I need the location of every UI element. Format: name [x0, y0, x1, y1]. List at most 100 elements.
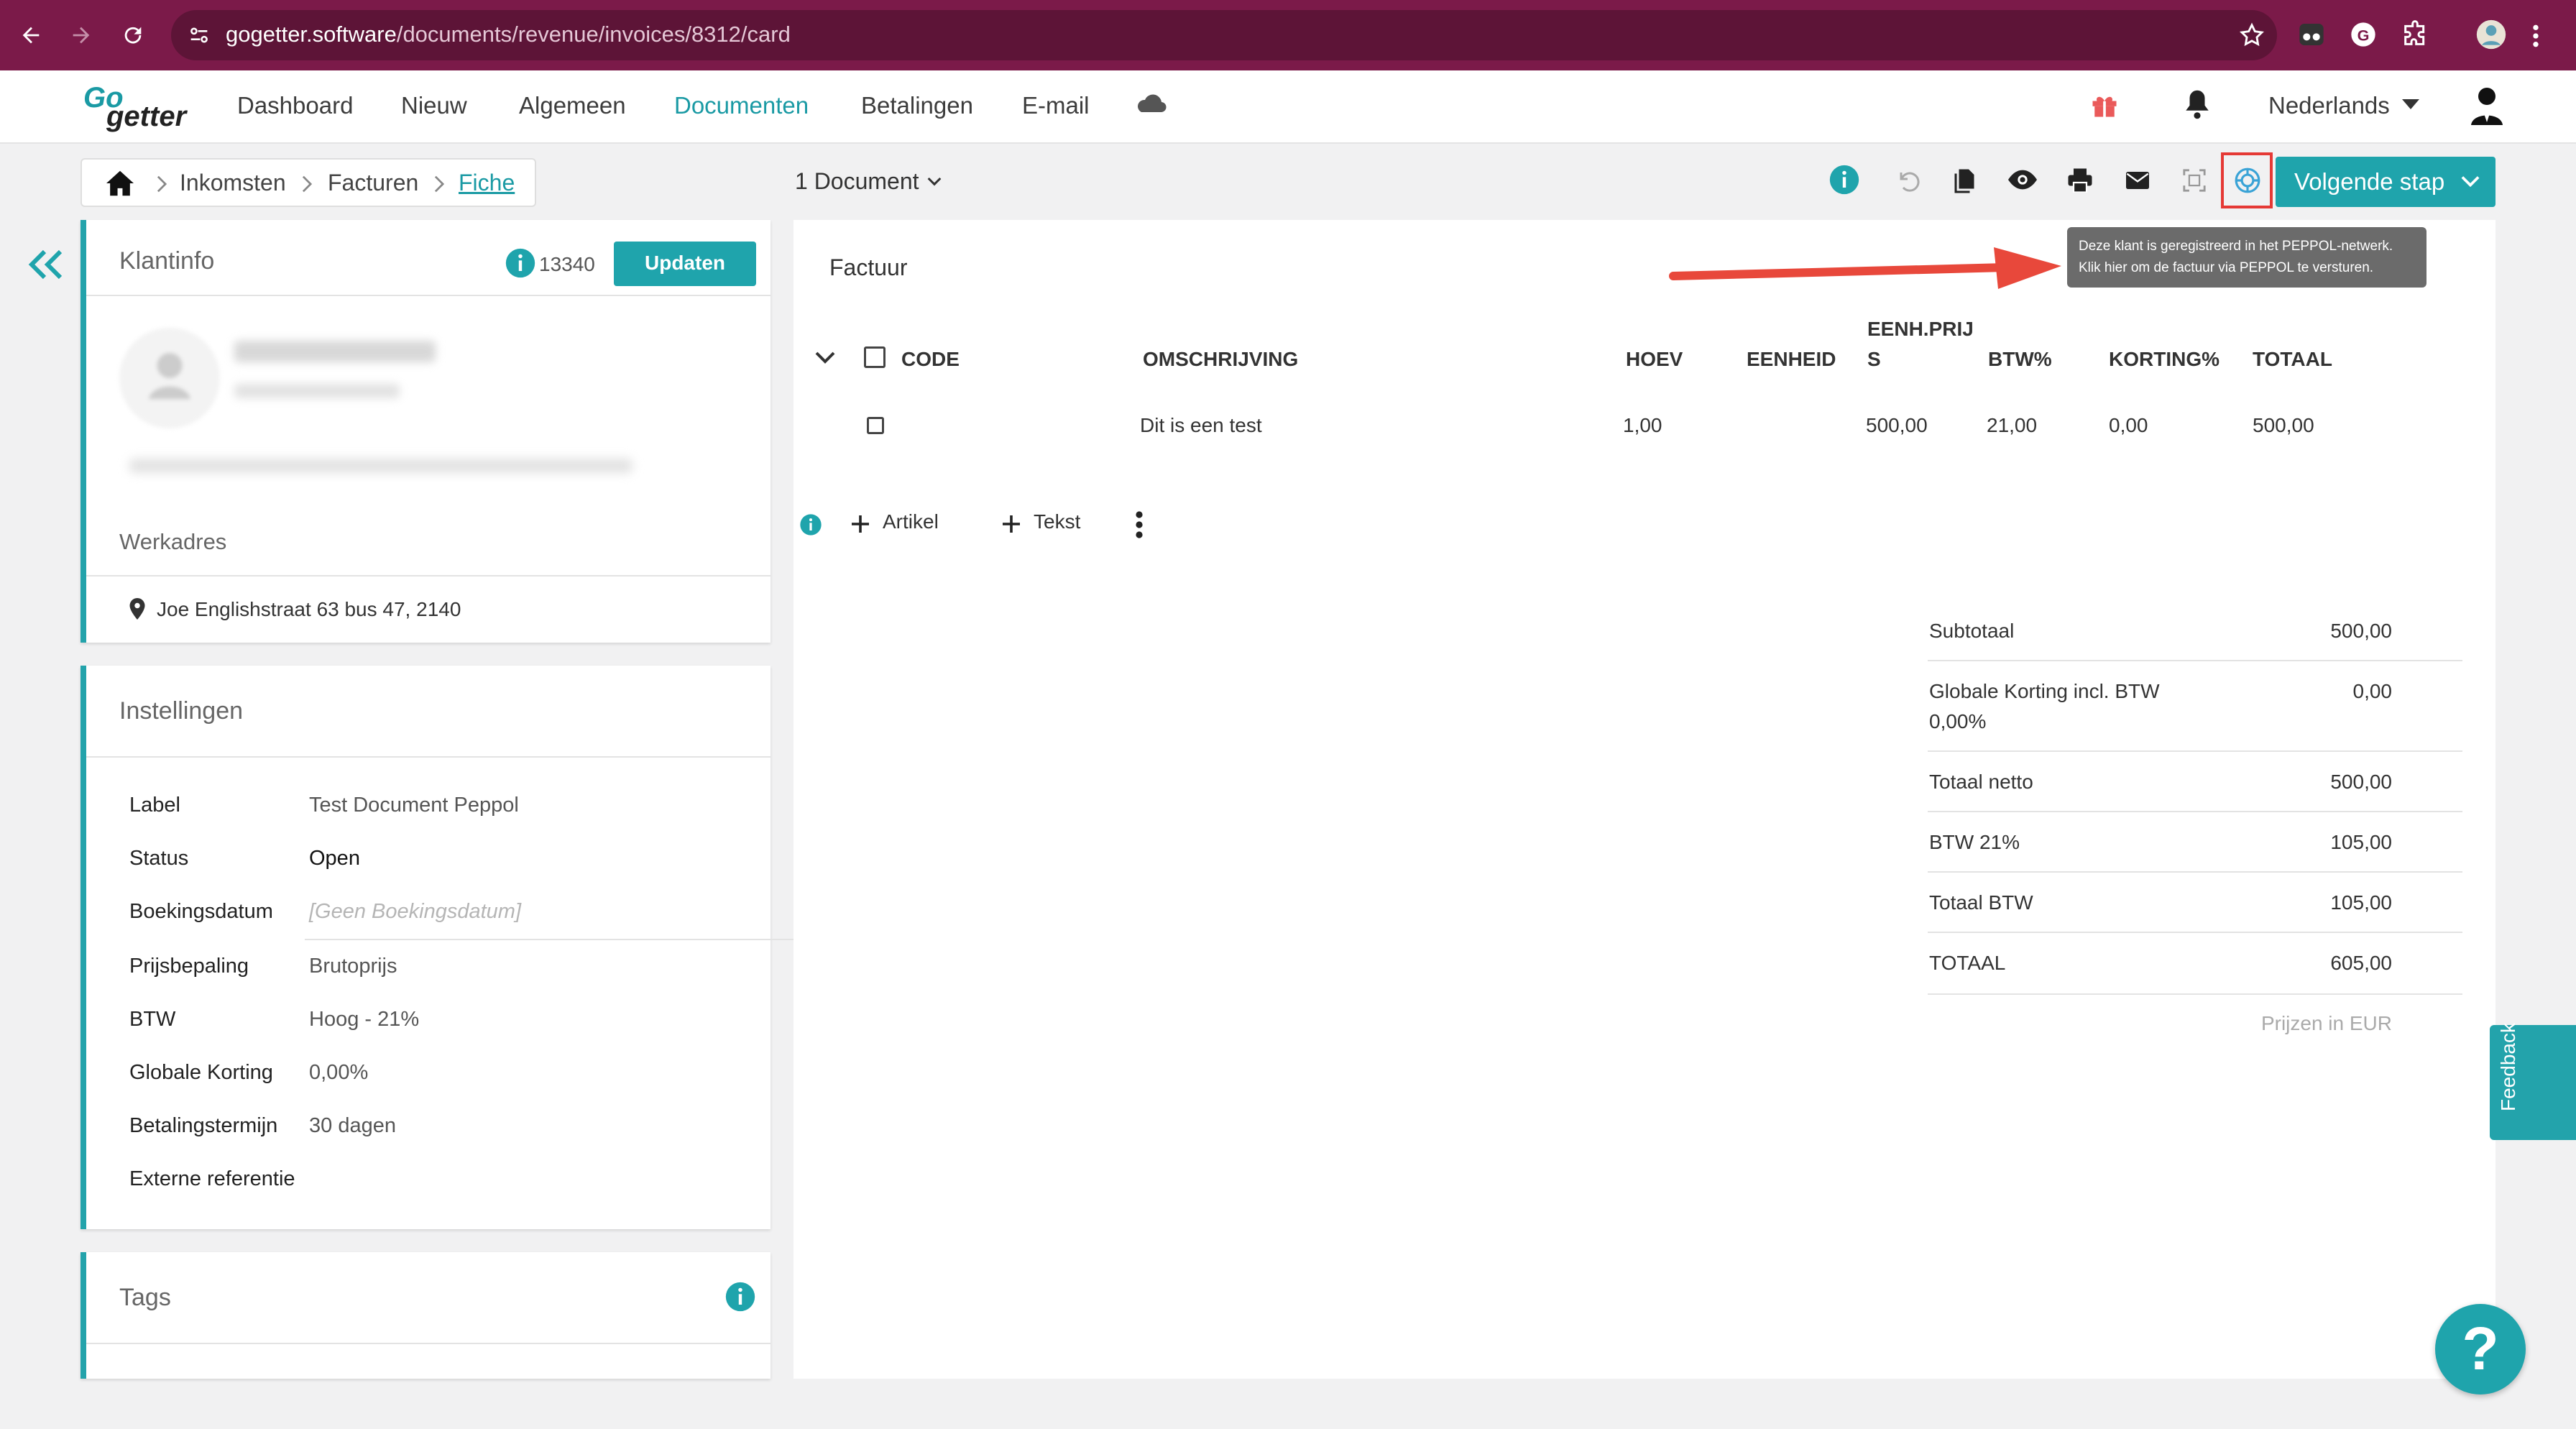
totals-btw21-value: 105,00 [2330, 831, 2392, 853]
document-selector[interactable]: 1 Document [795, 168, 919, 195]
next-step-label: Volgende stap [2294, 168, 2445, 195]
nav-email[interactable]: E-mail [1022, 92, 1090, 119]
nav-algemeen[interactable]: Algemeen [519, 92, 626, 119]
add-article-label: Artikel [883, 510, 939, 533]
setting-boekingsdatum-value[interactable]: [Geen Boekingsdatum] [309, 900, 521, 924]
update-button-label: Updaten [645, 252, 725, 274]
totals-korting-value: 0,00 [2352, 680, 2393, 702]
row-checkbox[interactable] [867, 417, 884, 434]
add-text-button[interactable]: Tekst [1000, 507, 1087, 539]
setting-boekingsdatum: Boekingsdatum [129, 900, 273, 923]
document-selector-label: 1 Document [795, 168, 919, 194]
gift-icon[interactable] [2089, 89, 2120, 121]
user-account-icon[interactable] [2470, 86, 2504, 125]
setting-label-value[interactable]: Test Document Peppol [309, 794, 519, 817]
totals-totaal-label: TOTAAL [1929, 952, 2006, 974]
totals-korting-percent: 0,00% [1929, 710, 1987, 732]
address-bar[interactable]: gogetter.software/documents/revenue/invo… [171, 10, 2277, 60]
language-select[interactable]: Nederlands [2268, 92, 2390, 119]
collapse-rows-chevron-icon[interactable] [815, 351, 835, 364]
row-qty[interactable]: 1,00 [1623, 414, 1662, 437]
chevron-down-icon[interactable] [927, 177, 942, 187]
row-unit-price[interactable]: 500,00 [1866, 414, 1928, 437]
plus-icon [1000, 513, 1022, 535]
extension-grammar-icon[interactable]: G [2349, 20, 2378, 49]
back-icon[interactable] [19, 23, 43, 47]
client-address-redacted [129, 459, 632, 473]
help-button[interactable]: ? [2435, 1304, 2526, 1394]
feedback-label: Feedback [2497, 1023, 2519, 1111]
col-eenh-prijs: EENH.PRIJ [1867, 318, 1974, 340]
col-eenheid: EENHEID [1747, 348, 1836, 370]
info-icon[interactable] [505, 247, 536, 279]
copy-document-icon[interactable] [1952, 168, 1977, 194]
preview-eye-icon[interactable] [2008, 170, 2037, 190]
notification-bell-icon[interactable] [2182, 88, 2212, 121]
setting-btw-value[interactable]: Hoog - 21% [309, 1008, 419, 1031]
map-marker-icon [129, 598, 145, 620]
nav-documenten[interactable]: Documenten [674, 92, 809, 119]
nav-dashboard[interactable]: Dashboard [237, 92, 353, 119]
bookmark-star-icon[interactable] [2238, 22, 2266, 49]
totals-totaal-value: 605,00 [2330, 952, 2392, 974]
next-step-button[interactable]: Volgende stap [2276, 157, 2496, 207]
scan-icon[interactable] [2182, 168, 2207, 193]
cloud-icon[interactable] [1134, 91, 1169, 116]
breadcrumb-fiche[interactable]: Fiche [459, 170, 515, 196]
work-address-title: Werkadres [119, 529, 227, 554]
browser-profile-avatar[interactable] [2475, 19, 2507, 50]
work-address: Joe Englishstraat 63 bus 47, 2140 [157, 598, 461, 620]
nav-nieuw[interactable]: Nieuw [401, 92, 467, 119]
extensions-puzzle-icon[interactable] [2401, 20, 2429, 49]
language-caret-icon[interactable] [2402, 99, 2419, 111]
url-host: gogetter.software [226, 22, 397, 47]
client-name-redacted [234, 341, 436, 362]
breadcrumb-facturen[interactable]: Facturen [328, 170, 418, 196]
setting-betalingstermijn-value[interactable]: 30 dagen [309, 1114, 396, 1138]
row-description[interactable]: Dit is een test [1140, 414, 1262, 437]
currency-note: Prijzen in EUR [2260, 1012, 2392, 1034]
row-total[interactable]: 500,00 [2253, 414, 2314, 437]
row-vat[interactable]: 21,00 [1987, 414, 2037, 437]
app-navbar: Go getter Dashboard Nieuw Algemeen Docum… [0, 70, 2576, 144]
setting-prijsbepaling: Prijsbepaling [129, 955, 249, 978]
collapse-sidebar-icon[interactable] [27, 249, 65, 280]
client-id: 13340 [539, 253, 595, 275]
select-all-checkbox[interactable] [864, 346, 886, 368]
totals-netto-value: 500,00 [2330, 771, 2392, 793]
print-icon[interactable] [2067, 168, 2093, 193]
browser-menu-icon[interactable] [2530, 22, 2542, 50]
add-article-button[interactable]: Artikel [850, 507, 949, 539]
info-icon[interactable] [799, 513, 822, 536]
info-icon[interactable] [1828, 164, 1860, 196]
site-settings-icon[interactable] [187, 23, 211, 47]
tooltip-line-2: Klik hier om de factuur via PEPPOL te ve… [2079, 260, 2374, 275]
chevron-right-icon [157, 175, 167, 193]
col-hoev: HOEV [1626, 348, 1683, 370]
col-korting: KORTING% [2109, 348, 2220, 370]
totals-subtotaal-label: Subtotaal [1929, 620, 2015, 642]
totals-btw21-label: BTW 21% [1929, 831, 2020, 853]
info-icon[interactable] [724, 1281, 756, 1313]
row-discount[interactable]: 0,00 [2109, 414, 2148, 437]
setting-prijsbepaling-value[interactable]: Brutoprijs [309, 955, 397, 978]
totals-btw-value: 105,00 [2330, 891, 2392, 914]
feedback-tab[interactable]: Feedback [2490, 1023, 2576, 1140]
undo-icon[interactable] [1895, 168, 1920, 194]
reload-icon[interactable] [121, 23, 145, 47]
setting-globale-korting-value[interactable]: 0,00% [309, 1061, 368, 1085]
peppol-send-icon[interactable] [2234, 167, 2261, 194]
more-options-icon[interactable] [1134, 510, 1144, 539]
nav-betalingen[interactable]: Betalingen [861, 92, 973, 119]
col-btw: BTW% [1988, 348, 2052, 370]
setting-status: Status [129, 847, 189, 870]
email-icon[interactable] [2126, 171, 2149, 190]
forward-icon[interactable] [69, 23, 93, 47]
extension-incognito-icon[interactable] [2297, 20, 2326, 49]
breadcrumb-inkomsten[interactable]: Inkomsten [180, 170, 286, 196]
gogetter-logo[interactable]: Go getter [82, 82, 197, 134]
home-icon[interactable] [105, 170, 135, 197]
tags-title: Tags [119, 1284, 171, 1311]
update-button[interactable]: Updaten [614, 242, 756, 286]
setting-status-value[interactable]: Open [309, 847, 360, 870]
